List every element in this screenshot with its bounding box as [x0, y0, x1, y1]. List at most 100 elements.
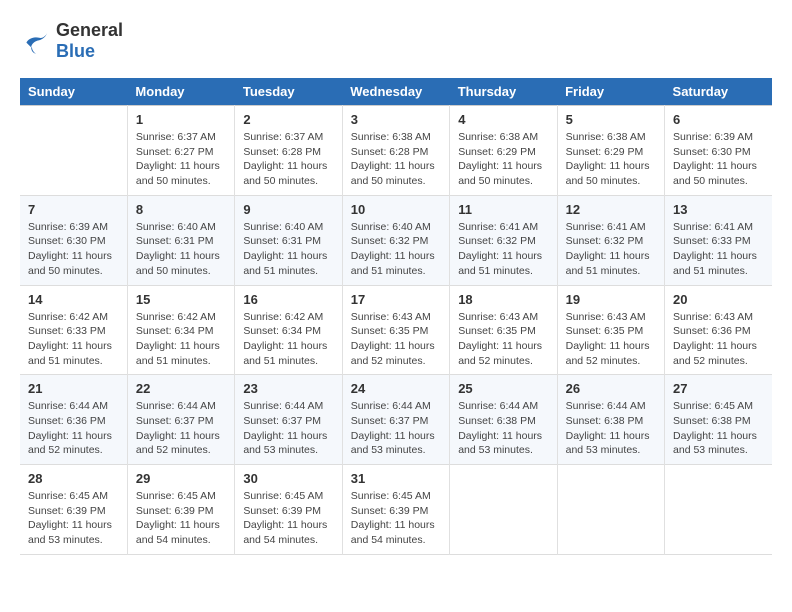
sunset-text: Sunset: 6:30 PM	[673, 145, 764, 160]
sunset-text: Sunset: 6:32 PM	[351, 234, 441, 249]
sunrise-text: Sunrise: 6:42 AM	[136, 310, 226, 325]
day-number: 16	[243, 292, 333, 307]
sunrise-text: Sunrise: 6:41 AM	[566, 220, 656, 235]
sunrise-text: Sunrise: 6:41 AM	[458, 220, 548, 235]
sunrise-text: Sunrise: 6:38 AM	[351, 130, 441, 145]
day-number: 1	[136, 112, 226, 127]
calendar-cell: 30 Sunrise: 6:45 AM Sunset: 6:39 PM Dayl…	[235, 465, 342, 555]
calendar-cell: 25 Sunrise: 6:44 AM Sunset: 6:38 PM Dayl…	[450, 375, 557, 465]
daylight-text: Daylight: 11 hours and 51 minutes.	[458, 249, 548, 278]
sunset-text: Sunset: 6:32 PM	[566, 234, 656, 249]
calendar-cell: 16 Sunrise: 6:42 AM Sunset: 6:34 PM Dayl…	[235, 285, 342, 375]
sunset-text: Sunset: 6:39 PM	[28, 504, 119, 519]
day-info: Sunrise: 6:43 AM Sunset: 6:35 PM Dayligh…	[351, 310, 441, 369]
sunset-text: Sunset: 6:33 PM	[673, 234, 764, 249]
sunrise-text: Sunrise: 6:37 AM	[136, 130, 226, 145]
day-info: Sunrise: 6:42 AM Sunset: 6:34 PM Dayligh…	[136, 310, 226, 369]
calendar-cell: 18 Sunrise: 6:43 AM Sunset: 6:35 PM Dayl…	[450, 285, 557, 375]
calendar-cell: 27 Sunrise: 6:45 AM Sunset: 6:38 PM Dayl…	[665, 375, 772, 465]
calendar-cell: 11 Sunrise: 6:41 AM Sunset: 6:32 PM Dayl…	[450, 195, 557, 285]
day-number: 20	[673, 292, 764, 307]
day-number: 24	[351, 381, 441, 396]
daylight-text: Daylight: 11 hours and 52 minutes.	[28, 429, 119, 458]
sunset-text: Sunset: 6:36 PM	[673, 324, 764, 339]
day-info: Sunrise: 6:40 AM Sunset: 6:32 PM Dayligh…	[351, 220, 441, 279]
calendar-cell: 22 Sunrise: 6:44 AM Sunset: 6:37 PM Dayl…	[127, 375, 234, 465]
sunrise-text: Sunrise: 6:37 AM	[243, 130, 333, 145]
sunrise-text: Sunrise: 6:42 AM	[28, 310, 119, 325]
sunset-text: Sunset: 6:30 PM	[28, 234, 119, 249]
weekday-header: Wednesday	[342, 78, 449, 106]
daylight-text: Daylight: 11 hours and 50 minutes.	[28, 249, 119, 278]
day-number: 14	[28, 292, 119, 307]
day-number: 7	[28, 202, 119, 217]
day-info: Sunrise: 6:44 AM Sunset: 6:37 PM Dayligh…	[243, 399, 333, 458]
sunrise-text: Sunrise: 6:44 AM	[566, 399, 656, 414]
daylight-text: Daylight: 11 hours and 50 minutes.	[673, 159, 764, 188]
day-number: 11	[458, 202, 548, 217]
calendar-cell: 8 Sunrise: 6:40 AM Sunset: 6:31 PM Dayli…	[127, 195, 234, 285]
sunrise-text: Sunrise: 6:42 AM	[243, 310, 333, 325]
sunset-text: Sunset: 6:28 PM	[243, 145, 333, 160]
weekday-header: Thursday	[450, 78, 557, 106]
daylight-text: Daylight: 11 hours and 52 minutes.	[136, 429, 226, 458]
sunrise-text: Sunrise: 6:43 AM	[458, 310, 548, 325]
daylight-text: Daylight: 11 hours and 54 minutes.	[243, 518, 333, 547]
sunrise-text: Sunrise: 6:39 AM	[28, 220, 119, 235]
page-header: General Blue	[20, 20, 772, 62]
sunset-text: Sunset: 6:29 PM	[566, 145, 656, 160]
calendar-cell: 19 Sunrise: 6:43 AM Sunset: 6:35 PM Dayl…	[557, 285, 664, 375]
day-info: Sunrise: 6:39 AM Sunset: 6:30 PM Dayligh…	[673, 130, 764, 189]
daylight-text: Daylight: 11 hours and 53 minutes.	[566, 429, 656, 458]
daylight-text: Daylight: 11 hours and 51 minutes.	[243, 249, 333, 278]
day-info: Sunrise: 6:44 AM Sunset: 6:38 PM Dayligh…	[458, 399, 548, 458]
sunrise-text: Sunrise: 6:38 AM	[458, 130, 548, 145]
calendar-cell: 9 Sunrise: 6:40 AM Sunset: 6:31 PM Dayli…	[235, 195, 342, 285]
day-info: Sunrise: 6:44 AM Sunset: 6:37 PM Dayligh…	[351, 399, 441, 458]
day-number: 21	[28, 381, 119, 396]
day-number: 31	[351, 471, 441, 486]
day-info: Sunrise: 6:45 AM Sunset: 6:39 PM Dayligh…	[136, 489, 226, 548]
sunrise-text: Sunrise: 6:41 AM	[673, 220, 764, 235]
daylight-text: Daylight: 11 hours and 51 minutes.	[136, 339, 226, 368]
daylight-text: Daylight: 11 hours and 51 minutes.	[566, 249, 656, 278]
day-number: 4	[458, 112, 548, 127]
day-info: Sunrise: 6:38 AM Sunset: 6:29 PM Dayligh…	[566, 130, 656, 189]
sunset-text: Sunset: 6:33 PM	[28, 324, 119, 339]
sunrise-text: Sunrise: 6:45 AM	[136, 489, 226, 504]
daylight-text: Daylight: 11 hours and 53 minutes.	[673, 429, 764, 458]
day-number: 27	[673, 381, 764, 396]
daylight-text: Daylight: 11 hours and 50 minutes.	[566, 159, 656, 188]
calendar-cell: 2 Sunrise: 6:37 AM Sunset: 6:28 PM Dayli…	[235, 106, 342, 196]
day-info: Sunrise: 6:37 AM Sunset: 6:27 PM Dayligh…	[136, 130, 226, 189]
calendar-cell: 31 Sunrise: 6:45 AM Sunset: 6:39 PM Dayl…	[342, 465, 449, 555]
logo-text: General Blue	[56, 20, 123, 62]
daylight-text: Daylight: 11 hours and 54 minutes.	[351, 518, 441, 547]
day-info: Sunrise: 6:38 AM Sunset: 6:28 PM Dayligh…	[351, 130, 441, 189]
sunrise-text: Sunrise: 6:44 AM	[136, 399, 226, 414]
weekday-header: Saturday	[665, 78, 772, 106]
calendar-cell: 23 Sunrise: 6:44 AM Sunset: 6:37 PM Dayl…	[235, 375, 342, 465]
sunrise-text: Sunrise: 6:40 AM	[136, 220, 226, 235]
day-info: Sunrise: 6:37 AM Sunset: 6:28 PM Dayligh…	[243, 130, 333, 189]
calendar-week-row: 7 Sunrise: 6:39 AM Sunset: 6:30 PM Dayli…	[20, 195, 772, 285]
day-number: 17	[351, 292, 441, 307]
calendar-cell: 10 Sunrise: 6:40 AM Sunset: 6:32 PM Dayl…	[342, 195, 449, 285]
sunset-text: Sunset: 6:34 PM	[136, 324, 226, 339]
sunset-text: Sunset: 6:38 PM	[458, 414, 548, 429]
sunset-text: Sunset: 6:37 PM	[136, 414, 226, 429]
sunrise-text: Sunrise: 6:45 AM	[243, 489, 333, 504]
sunrise-text: Sunrise: 6:39 AM	[673, 130, 764, 145]
daylight-text: Daylight: 11 hours and 52 minutes.	[351, 339, 441, 368]
day-number: 30	[243, 471, 333, 486]
day-number: 23	[243, 381, 333, 396]
daylight-text: Daylight: 11 hours and 51 minutes.	[351, 249, 441, 278]
day-number: 15	[136, 292, 226, 307]
sunset-text: Sunset: 6:39 PM	[136, 504, 226, 519]
day-number: 2	[243, 112, 333, 127]
calendar-cell: 20 Sunrise: 6:43 AM Sunset: 6:36 PM Dayl…	[665, 285, 772, 375]
day-number: 13	[673, 202, 764, 217]
calendar-cell: 14 Sunrise: 6:42 AM Sunset: 6:33 PM Dayl…	[20, 285, 127, 375]
daylight-text: Daylight: 11 hours and 53 minutes.	[351, 429, 441, 458]
weekday-header-row: SundayMondayTuesdayWednesdayThursdayFrid…	[20, 78, 772, 106]
